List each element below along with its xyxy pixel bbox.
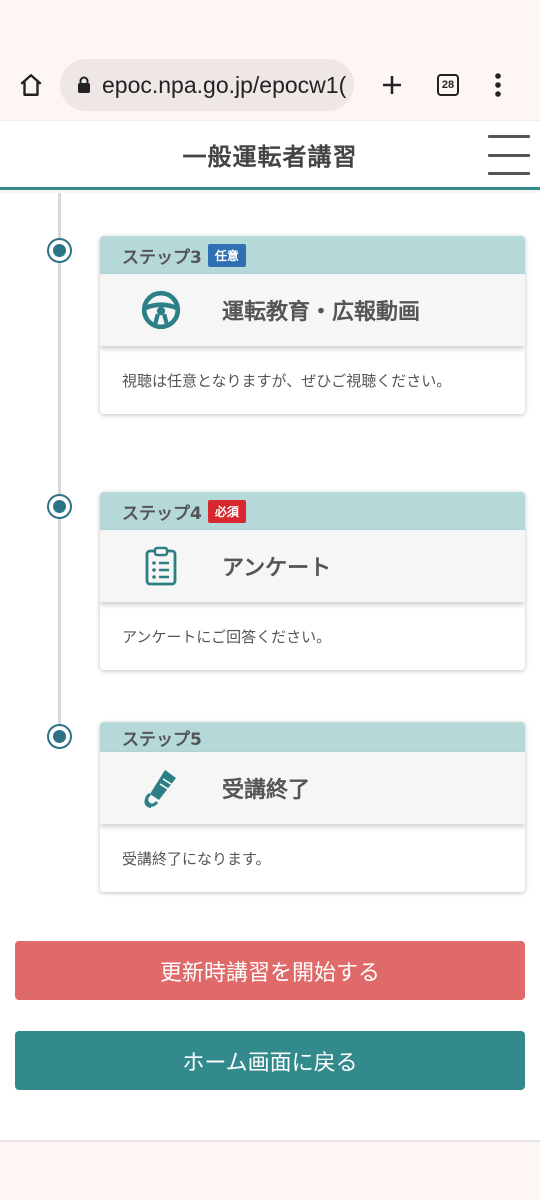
home-icon[interactable] (2, 56, 60, 114)
step-label: ステップ4 (122, 503, 202, 524)
step-description: 受講終了になります。 (122, 850, 271, 868)
step-header: ステップ3 任意 (100, 236, 525, 274)
required-badge: 必須 (207, 499, 246, 523)
clipboard-list-icon (100, 546, 222, 586)
step-title: 運転教育・広報動画 (222, 300, 421, 325)
step-header: ステップ5 (100, 722, 525, 752)
step-card: ステップ3 任意 運転教育・広報動画 視聴は任意となりますが、ぜひご視聴ください… (100, 236, 525, 414)
more-options-icon[interactable] (476, 57, 520, 113)
timeline-line (58, 193, 61, 738)
step-description: アンケートにご回答ください。 (122, 628, 332, 646)
footer-divider (0, 1140, 540, 1142)
status-bar (0, 0, 540, 50)
address-bar[interactable]: epoc.npa.go.jp/epocw1( (60, 59, 354, 111)
steering-wheel-icon (100, 289, 222, 331)
new-tab-icon[interactable] (364, 57, 420, 113)
back-to-home-button[interactable]: ホーム画面に戻る (15, 1031, 525, 1090)
timeline-marker (47, 724, 72, 749)
step-title-row[interactable]: 受講終了 (100, 752, 525, 824)
hamburger-menu-icon[interactable] (488, 135, 530, 175)
step-card: ステップ4 必須 アンケート アンケートにご回答ください。 (100, 492, 525, 670)
step-title: 受講終了 (222, 778, 311, 803)
step-title-row[interactable]: アンケート (100, 530, 525, 602)
tab-count: 28 (437, 74, 459, 96)
browser-toolbar: epoc.npa.go.jp/epocw1( 28 (0, 50, 540, 120)
site-header: 一般運転者講習 (0, 120, 540, 190)
diploma-scroll-icon (100, 767, 222, 809)
url-text: epoc.npa.go.jp/epocw1( (102, 71, 347, 98)
page-title: 一般運転者講習 (182, 142, 358, 171)
tab-switcher-button[interactable]: 28 (420, 57, 476, 113)
start-course-button[interactable]: 更新時講習を開始する (15, 941, 525, 1000)
step-header: ステップ4 必須 (100, 492, 525, 530)
step-label: ステップ5 (122, 729, 202, 750)
step-title-row[interactable]: 運転教育・広報動画 (100, 274, 525, 346)
main-content: ステップ3 任意 運転教育・広報動画 視聴は任意となりますが、ぜひご視聴ください… (0, 193, 540, 1140)
optional-badge: 任意 (207, 243, 246, 267)
step-description: 視聴は任意となりますが、ぜひご視聴ください。 (122, 372, 452, 390)
step-label: ステップ3 (122, 247, 202, 268)
lock-icon (74, 76, 94, 94)
timeline-marker (47, 494, 72, 519)
step-title: アンケート (222, 556, 332, 581)
step-card: ステップ5 受講終了 受講終了になります。 (100, 722, 525, 892)
timeline-marker (47, 238, 72, 263)
